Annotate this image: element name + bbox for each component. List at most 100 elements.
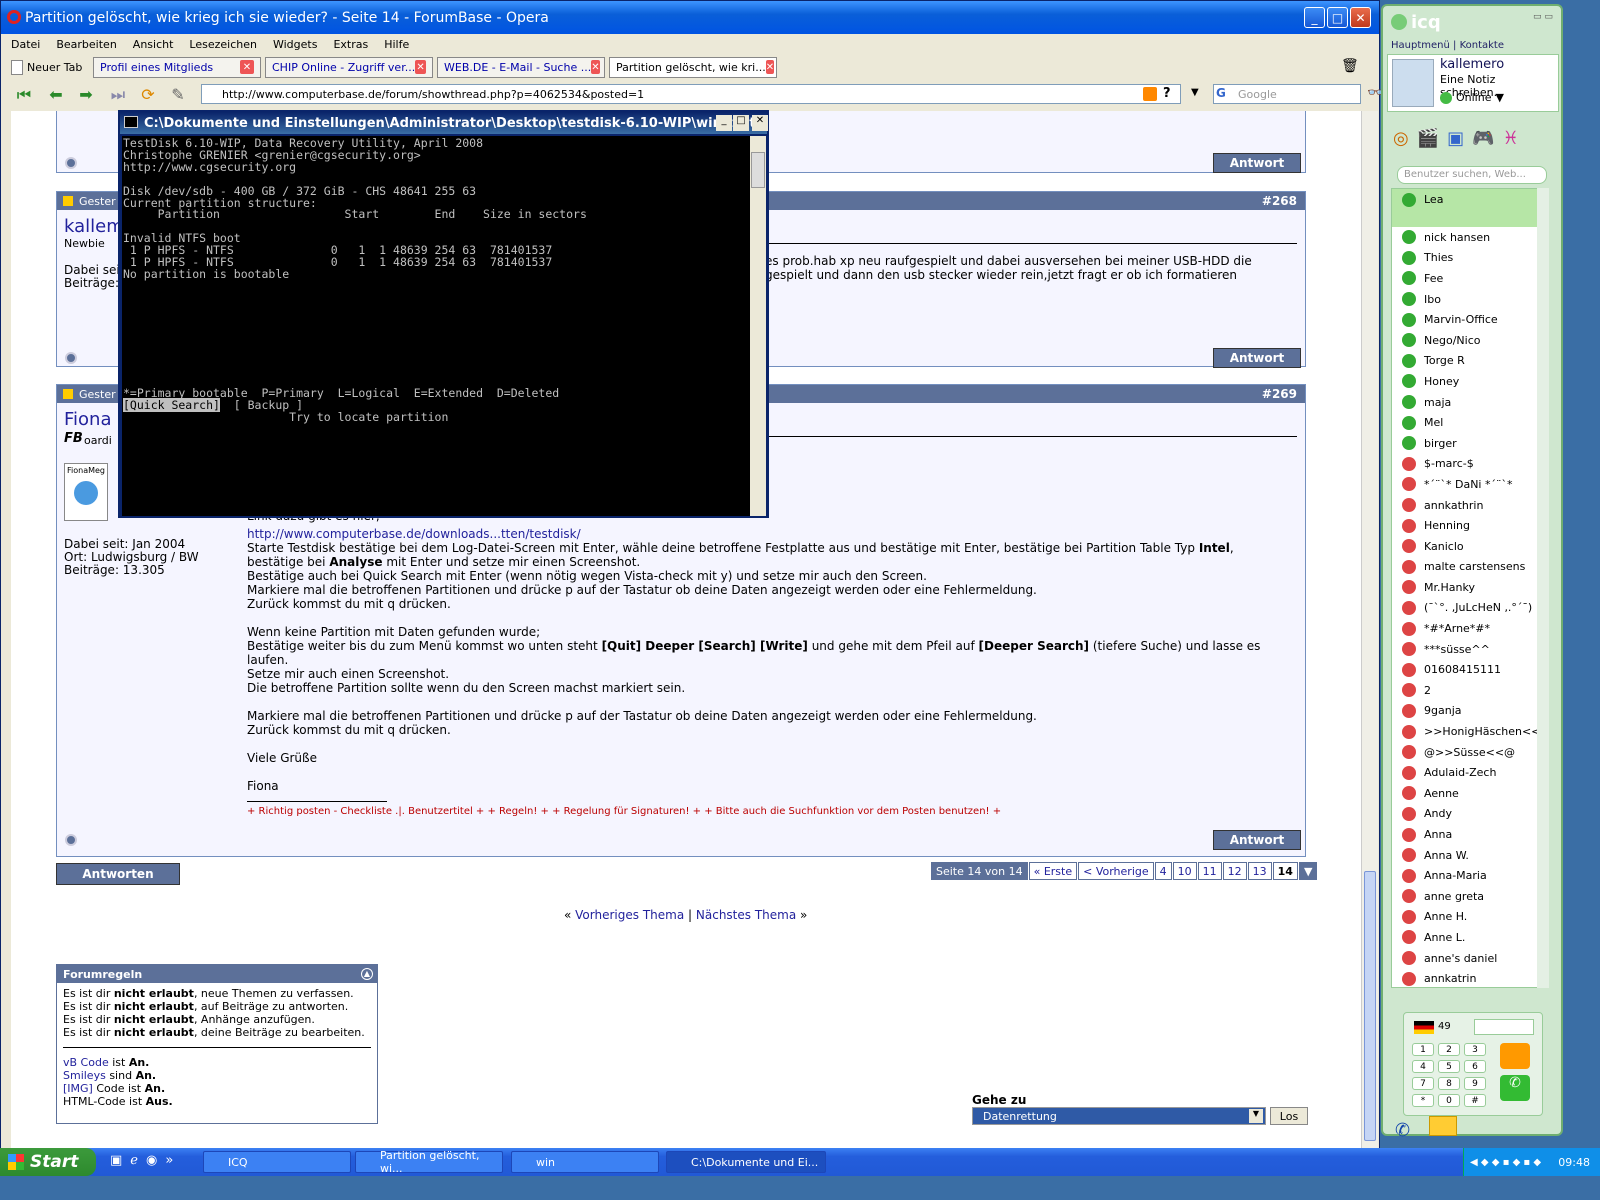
contact-item[interactable]: anne greta — [1392, 886, 1544, 907]
menu-widgets[interactable]: Widgets — [273, 38, 317, 51]
task-icq[interactable]: ICQ — [203, 1151, 351, 1173]
post-number[interactable]: #268 — [1262, 194, 1297, 208]
contact-item[interactable]: Mel — [1392, 412, 1544, 433]
goto-button[interactable]: Los — [1270, 1107, 1308, 1125]
contact-item[interactable]: Aenne — [1392, 783, 1544, 804]
contact-item[interactable]: Anna — [1392, 824, 1544, 845]
maximize-button[interactable]: □ — [1327, 7, 1348, 28]
contact-item[interactable]: @>>Süsse<<@ — [1392, 742, 1544, 763]
img-link[interactable]: [IMG] — [63, 1082, 93, 1095]
gamepad-icon[interactable]: 🎮 — [1472, 128, 1494, 149]
minimize-button[interactable]: _ — [1304, 7, 1325, 28]
contact-item[interactable]: Anna W. — [1392, 845, 1544, 866]
page-first[interactable]: « Erste — [1028, 862, 1078, 880]
contact-item[interactable]: Thies — [1392, 248, 1544, 269]
menu-datei[interactable]: Datei — [11, 38, 40, 51]
tab-chip[interactable]: CHIP Online - Zugriff ver... ✕ — [265, 56, 433, 78]
contact-item[interactable]: nick hansen — [1392, 227, 1544, 248]
forward-icon[interactable]: ➡ — [75, 85, 97, 104]
new-tab-button[interactable]: Neuer Tab — [11, 59, 89, 75]
avatar[interactable] — [1392, 59, 1434, 107]
page-link[interactable]: 10 — [1172, 862, 1197, 880]
smileys-link[interactable]: Smileys — [63, 1069, 106, 1082]
window-title-bar[interactable]: Partition gelöscht, wie krieg ich sie wi… — [1, 1, 1379, 34]
movie-icon[interactable]: 🎬 — [1417, 128, 1439, 149]
dial-key[interactable]: 7 — [1412, 1077, 1434, 1090]
contact-item[interactable]: Anne H. — [1392, 907, 1544, 928]
contact-item[interactable]: $-marc-$ — [1392, 454, 1544, 475]
help-icon[interactable]: ? — [1163, 86, 1171, 101]
rewind-icon[interactable]: ⏮ — [13, 85, 35, 104]
contact-item[interactable]: *´¨`* DaNi *´¨`* — [1392, 474, 1544, 495]
dial-key[interactable]: 0 — [1438, 1094, 1460, 1107]
contact-item[interactable]: Mr.Hanky — [1392, 577, 1544, 598]
prev-thread-link[interactable]: Vorheriges Thema — [575, 908, 684, 922]
desktop-icon[interactable]: ▣ — [110, 1153, 122, 1168]
page-link[interactable]: 12 — [1222, 862, 1247, 880]
phone-tab-icon[interactable]: ✆ — [1395, 1120, 1410, 1141]
ie-icon[interactable]: ℯ — [130, 1153, 138, 1168]
goto-select[interactable]: Datenrettung ▼ — [972, 1107, 1266, 1125]
phone-input[interactable] — [1474, 1019, 1534, 1035]
contact-item[interactable]: Anne L. — [1392, 927, 1544, 948]
console-scroll-thumb[interactable] — [751, 152, 765, 188]
tab-partition[interactable]: Partition gelöscht, wie kri... ✕ — [609, 56, 777, 78]
news-icon[interactable]: ▣ — [1447, 128, 1464, 149]
contact-item[interactable]: annkatrin — [1392, 968, 1544, 987]
console-output[interactable]: TestDisk 6.10-WIP, Data Recovery Utility… — [122, 136, 750, 516]
mail-tab-icon[interactable] — [1429, 1116, 1457, 1136]
menu-extras[interactable]: Extras — [333, 38, 368, 51]
contact-item[interactable]: >>HonigHäschen<< — [1392, 721, 1544, 742]
contact-item[interactable]: 01608415111 — [1392, 659, 1544, 680]
icq-status[interactable]: Online ▼ — [1440, 91, 1504, 104]
contact-item[interactable]: 9ganja — [1392, 701, 1544, 722]
post-username[interactable]: kallem — [64, 216, 124, 237]
icq-search-input[interactable]: Benutzer suchen, Web... — [1397, 166, 1547, 184]
dial-key[interactable]: 6 — [1464, 1060, 1486, 1073]
page-link[interactable]: 11 — [1197, 862, 1222, 880]
console-title-bar[interactable]: C:\Dokumente und Einstellungen\Administr… — [120, 112, 767, 134]
contact-item[interactable]: Torge R — [1392, 351, 1544, 372]
dial-key[interactable]: 4 — [1412, 1060, 1434, 1073]
dial-key[interactable]: 1 — [1412, 1043, 1434, 1056]
console-close-button[interactable]: ✕ — [752, 115, 768, 131]
rss-icon[interactable] — [1143, 87, 1157, 101]
close-button[interactable]: ✕ — [1350, 7, 1371, 28]
contact-item[interactable]: birger — [1392, 433, 1544, 454]
menu-bearbeiten[interactable]: Bearbeiten — [56, 38, 116, 51]
signature[interactable]: + Richtig posten - Checkliste .|. Benutz… — [247, 806, 1297, 817]
games-icon[interactable]: ◎ — [1393, 128, 1409, 149]
astro-icon[interactable]: ♓ — [1503, 128, 1519, 149]
address-input[interactable]: http://www.computerbase.de/forum/showthr… — [201, 84, 1181, 104]
page-link[interactable]: 4 — [1154, 862, 1172, 880]
close-tab-icon[interactable]: ✕ — [415, 60, 426, 74]
close-tab-icon[interactable]: ✕ — [240, 60, 254, 74]
dial-key[interactable]: 3 — [1464, 1043, 1486, 1056]
back-icon[interactable]: ⬅ — [45, 85, 67, 104]
start-button[interactable]: Start — [0, 1148, 96, 1176]
fast-forward-icon[interactable]: ⏭ — [107, 85, 129, 104]
page-prev[interactable]: < Vorherige — [1078, 862, 1154, 880]
trash-icon[interactable]: 🗑 — [1341, 58, 1359, 74]
contact-item[interactable]: Kaniclo — [1392, 536, 1544, 557]
media-icon[interactable]: ◉ — [146, 1153, 157, 1168]
reply-button[interactable]: Antwort — [1213, 830, 1301, 850]
icq-main-menu[interactable]: Hauptmenü | Kontakte — [1391, 40, 1504, 51]
dial-key[interactable]: 9 — [1464, 1077, 1486, 1090]
console-maximize-button[interactable]: □ — [733, 115, 749, 131]
menu-lesezeichen[interactable]: Lesezeichen — [189, 38, 257, 51]
contact-item[interactable]: anne's daniel — [1392, 948, 1544, 969]
contact-item[interactable]: Marvin-Office — [1392, 309, 1544, 330]
contact-item[interactable]: Fee — [1392, 268, 1544, 289]
vbcode-link[interactable]: vB Code — [63, 1056, 109, 1069]
contact-item[interactable]: Nego/Nico — [1392, 330, 1544, 351]
clear-button[interactable] — [1500, 1043, 1530, 1069]
new-reply-button[interactable]: Antworten — [56, 863, 180, 885]
console-minimize-button[interactable]: _ — [716, 115, 732, 131]
tab-webde[interactable]: WEB.DE - E-Mail - Suche ... ✕ — [437, 56, 605, 78]
post-username[interactable]: Fiona — [64, 409, 112, 430]
contact-item[interactable]: Adulaid-Zech — [1392, 762, 1544, 783]
post-number[interactable]: #269 — [1262, 387, 1297, 401]
reload-icon[interactable]: ⟳ — [137, 85, 159, 104]
tray-icons[interactable]: ◀ ◆ ◆ ▪ ◆ ▪ ◆ — [1464, 1157, 1541, 1168]
